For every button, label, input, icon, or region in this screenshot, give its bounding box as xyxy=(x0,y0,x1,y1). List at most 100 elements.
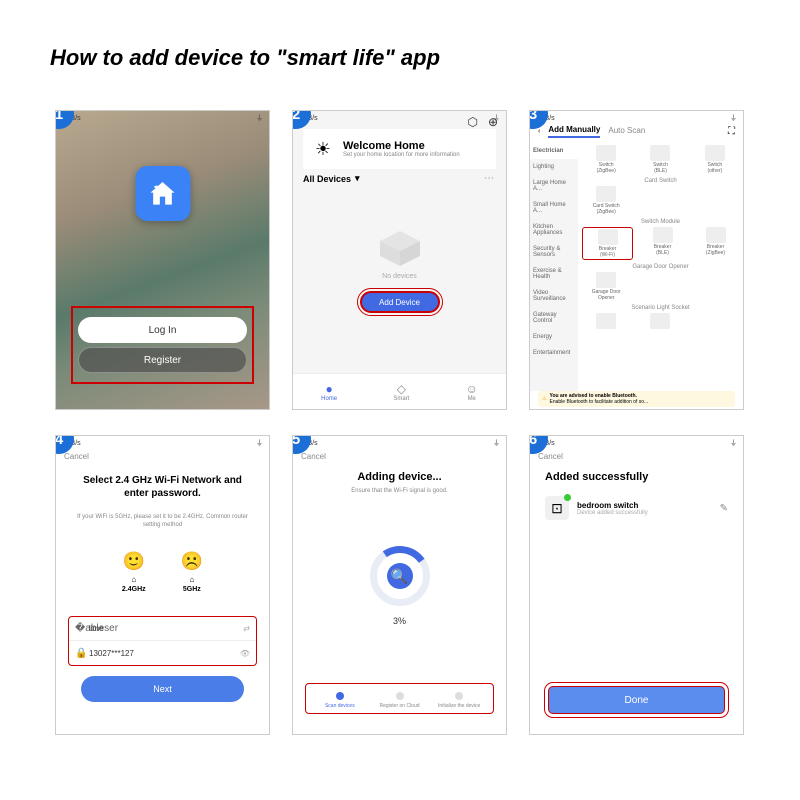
status-bar: 8KB/s⏚ xyxy=(56,436,269,450)
step-2: 2 8KB/s⏚ ⬡ ⊕ ☀ Welcome Home Set your hom… xyxy=(292,110,507,410)
more-icon[interactable]: ⋯ xyxy=(484,173,494,184)
breaker-icon xyxy=(706,227,726,243)
auth-buttons-highlight: Log In Register xyxy=(71,306,254,384)
sidebar-item[interactable]: Small Home A... xyxy=(530,197,578,219)
sidebar-item[interactable]: Video Surveillance xyxy=(530,285,578,307)
tab-add-manually[interactable]: Add Manually xyxy=(548,125,600,138)
eye-icon[interactable]: 👁 xyxy=(240,649,250,658)
device-status: Device added successfully xyxy=(577,510,648,516)
cancel-button[interactable]: Cancel xyxy=(538,452,563,461)
chevron-down-icon: ▾ xyxy=(355,173,360,184)
section-header: Scenario Light Socket xyxy=(582,305,739,311)
device-grid: Switch(ZigBee) Switch(BLE) Switch(other)… xyxy=(578,143,743,391)
device-switch-icon: ⊡ xyxy=(545,496,569,520)
happy-face-icon: 🙂 xyxy=(122,551,146,572)
device-item[interactable]: Breaker(BLE) xyxy=(639,227,686,260)
app-logo-icon xyxy=(135,166,190,221)
device-name: bedroom switch xyxy=(577,501,648,510)
login-button[interactable]: Log In xyxy=(78,317,247,343)
garage-icon xyxy=(596,272,616,288)
bluetooth-advice[interactable]: You are advised to enable Bluetooth.Enab… xyxy=(538,391,735,407)
all-devices-tab[interactable]: All Devices▾ xyxy=(303,173,360,184)
socket-icon xyxy=(650,313,670,329)
ssid-input[interactable]: �ableserlime⇄ xyxy=(69,617,256,641)
steps-grid: 1 8KB/s⏚ Log In Register 2 8KB/s⏚ ⬡ ⊕ ☀ … xyxy=(55,110,745,735)
device-item[interactable]: Garage DoorOpener xyxy=(582,272,630,301)
scan-icon[interactable]: ⛶ xyxy=(728,126,735,137)
cancel-button[interactable]: Cancel xyxy=(301,452,326,461)
device-item[interactable] xyxy=(636,313,684,331)
sidebar-item[interactable]: Gateway Control xyxy=(530,307,578,329)
device-item[interactable]: Card Switch(ZigBee) xyxy=(582,186,630,215)
sidebar-item[interactable]: Electrician xyxy=(530,143,578,159)
breaker-icon xyxy=(598,229,618,245)
section-header: Switch Module xyxy=(582,219,739,225)
shield-icon[interactable]: ⬡ xyxy=(467,115,477,129)
wifi-band-illustration: 🙂⌂2.4GHz ☹️⌂5GHz xyxy=(56,551,269,593)
house-icon xyxy=(147,178,179,210)
page-title: How to add device to "smart life" app xyxy=(50,45,440,71)
switch-icon xyxy=(705,145,725,161)
category-sidebar: Electrician Lighting Large Home A... Sma… xyxy=(530,143,578,391)
nav-smart[interactable]: ◇Smart xyxy=(393,382,409,402)
next-button[interactable]: Next xyxy=(81,676,244,702)
device-item[interactable]: Switch(BLE) xyxy=(636,145,684,174)
progress-percent: 3% xyxy=(293,616,506,626)
adding-subtitle: Ensure that the Wi-Fi signal is good. xyxy=(293,488,506,494)
search-icon: 🔍 xyxy=(387,563,413,589)
socket-icon xyxy=(596,313,616,329)
sidebar-item[interactable]: Lighting xyxy=(530,159,578,175)
device-item[interactable]: Switch(ZigBee) xyxy=(582,145,630,174)
step-badge: 1 xyxy=(55,110,74,129)
sidebar-item[interactable]: Energy xyxy=(530,329,578,345)
sidebar-item[interactable]: Entertainment xyxy=(530,345,578,361)
progress-step: Scan devices xyxy=(310,692,370,709)
device-item[interactable]: Switch(other) xyxy=(691,145,739,174)
progress-step: Register on Cloud xyxy=(370,692,430,709)
add-device-button[interactable]: Add Device xyxy=(360,291,440,313)
password-input[interactable]: 🔒13027***127👁 xyxy=(69,641,256,665)
sad-face-icon: ☹️ xyxy=(181,551,203,572)
step-6: 6 8KB/s⏚ Cancel Added successfully ⊡ bed… xyxy=(529,435,744,735)
device-item-breaker-wifi[interactable]: Breaker(Wi-Fi) xyxy=(582,227,633,260)
wifi-title: Select 2.4 GHz Wi-Fi Network and enter p… xyxy=(71,474,254,500)
plus-icon[interactable]: ⊕ xyxy=(488,115,498,129)
wifi-credentials-highlight: �ableserlime⇄ 🔒13027***127👁 xyxy=(68,616,257,666)
step-1: 1 8KB/s⏚ Log In Register xyxy=(55,110,270,410)
lock-icon: 🔒 xyxy=(75,648,89,659)
status-bar: 8KB/s⏚ xyxy=(530,111,743,125)
sidebar-item[interactable]: Security & Sensors xyxy=(530,241,578,263)
empty-box-icon xyxy=(375,226,425,266)
switch-icon xyxy=(596,145,616,161)
adding-title: Adding device... xyxy=(293,471,506,483)
bottom-nav: ●Home ◇Smart ☺Me xyxy=(293,373,506,409)
smart-icon: ◇ xyxy=(393,382,409,396)
sidebar-item[interactable]: Exercise & Health xyxy=(530,263,578,285)
progress-ring: 🔍 xyxy=(370,546,430,606)
success-title: Added successfully xyxy=(545,471,648,483)
register-button[interactable]: Register xyxy=(78,347,247,373)
welcome-title: Welcome Home xyxy=(343,140,460,152)
edit-icon[interactable]: ✎ xyxy=(720,503,728,514)
add-tabs: ‹ Add Manually Auto Scan ⛶ xyxy=(530,125,743,138)
person-icon: ☺ xyxy=(466,382,478,396)
nav-home[interactable]: ●Home xyxy=(321,382,337,402)
cancel-button[interactable]: Cancel xyxy=(64,452,89,461)
sidebar-item[interactable]: Kitchen Appliances xyxy=(530,219,578,241)
nav-me[interactable]: ☺Me xyxy=(466,382,478,402)
tab-auto-scan[interactable]: Auto Scan xyxy=(608,126,645,137)
step-badge: 2 xyxy=(292,110,311,129)
step-4: 4 8KB/s⏚ Cancel Select 2.4 GHz Wi-Fi Net… xyxy=(55,435,270,735)
wifi-icon: �ableser xyxy=(75,623,89,634)
welcome-header: ☀ Welcome Home Set your home location fo… xyxy=(303,129,496,169)
added-device-row: ⊡ bedroom switch Device added successful… xyxy=(545,496,728,520)
swap-icon[interactable]: ⇄ xyxy=(243,624,250,633)
progress-steps-highlight: Scan devices Register on Cloud Initializ… xyxy=(305,683,494,714)
wifi-subtitle: If your WiFi is 5GHz, please set it to b… xyxy=(76,514,249,530)
sidebar-item[interactable]: Large Home A... xyxy=(530,175,578,197)
device-item[interactable]: Breaker(ZigBee) xyxy=(692,227,739,260)
done-button[interactable]: Done xyxy=(548,686,725,714)
back-icon[interactable]: ‹ xyxy=(538,128,540,135)
device-item[interactable] xyxy=(582,313,630,331)
breaker-icon xyxy=(653,227,673,243)
